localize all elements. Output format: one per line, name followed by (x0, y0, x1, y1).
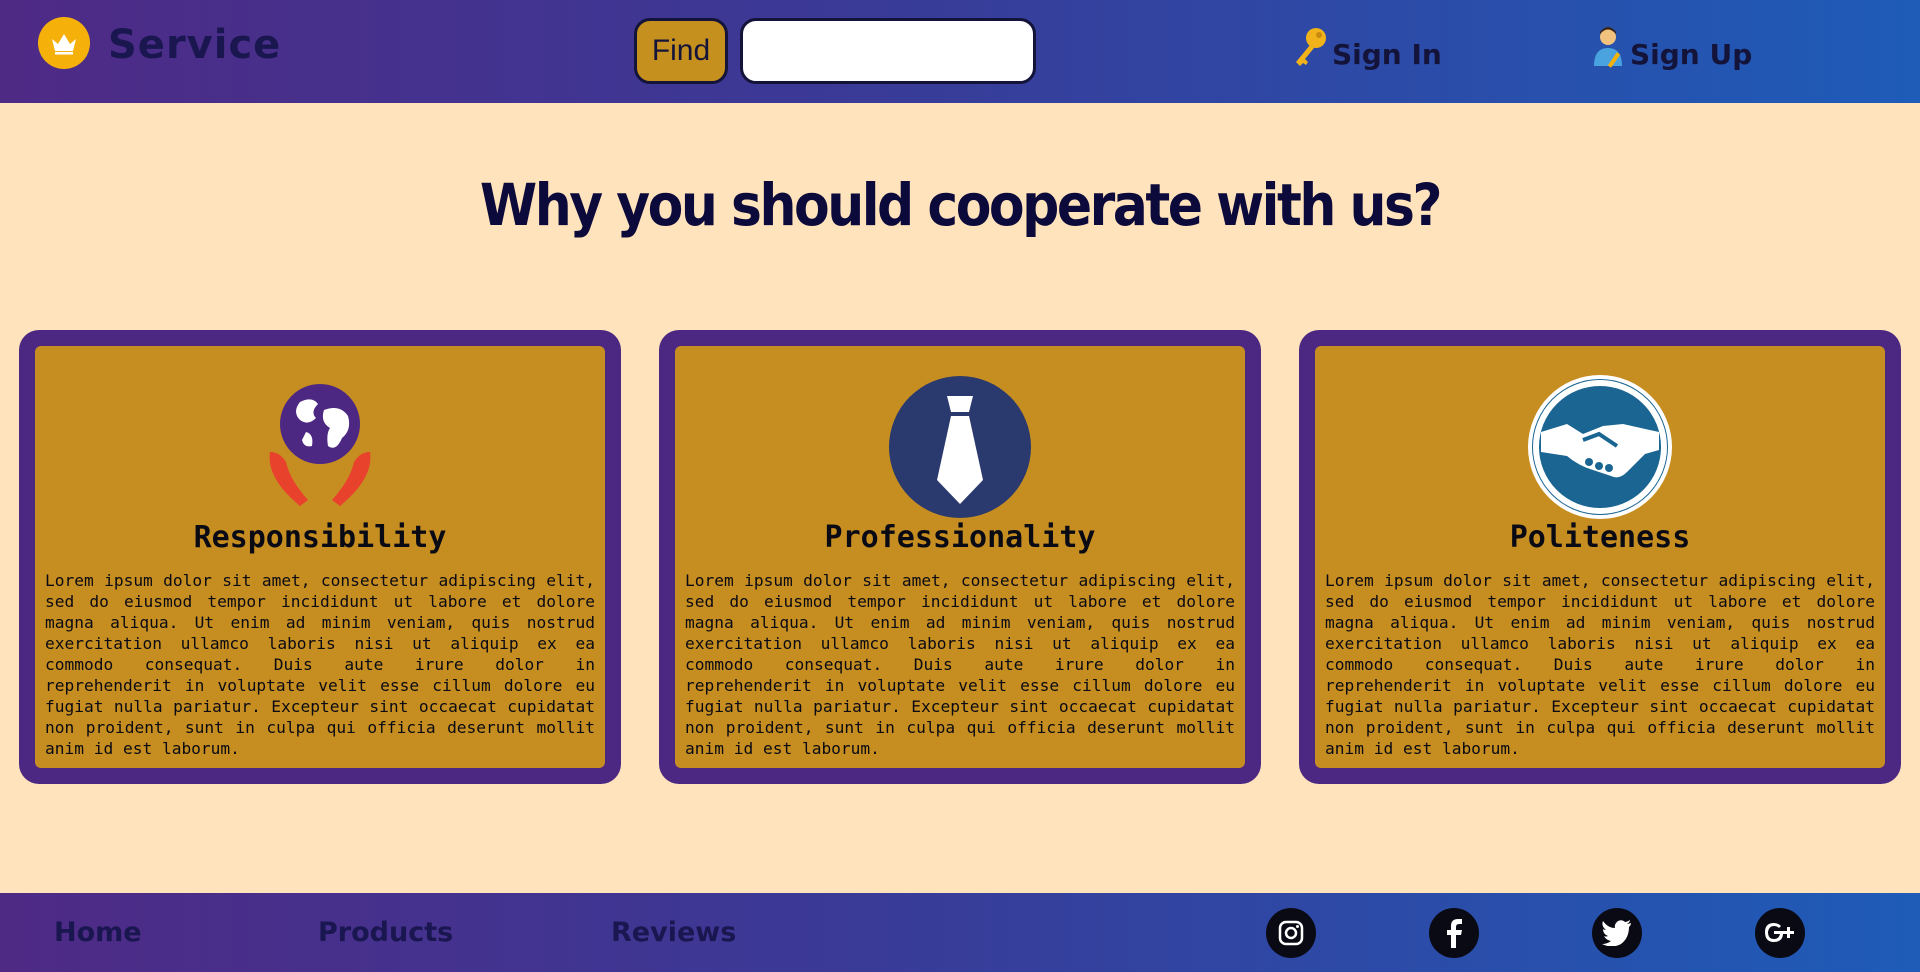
handshake-icon (1527, 374, 1673, 520)
card-title: Responsibility (193, 520, 447, 555)
card-body: Politeness Lorem ipsum dolor sit amet, c… (1315, 346, 1885, 768)
sign-up-label: Sign Up (1630, 37, 1753, 71)
google-plus-icon[interactable] (1755, 908, 1805, 958)
twitter-icon[interactable] (1592, 908, 1642, 958)
sign-in-link[interactable]: Sign In (1290, 20, 1442, 80)
card-description: Lorem ipsum dolor sit amet, consectetur … (45, 571, 595, 758)
brand-name[interactable]: Service (108, 22, 281, 68)
footer-link-products[interactable]: Products (318, 917, 453, 948)
tie-icon (887, 374, 1033, 520)
footer-link-home[interactable]: Home (54, 917, 142, 948)
person-writing-icon (1592, 26, 1628, 74)
card-body: Professionality Lorem ipsum dolor sit am… (675, 346, 1245, 768)
card-title: Politeness (1509, 520, 1691, 555)
search-input[interactable] (740, 18, 1036, 84)
facebook-icon[interactable] (1429, 908, 1479, 958)
card-description: Lorem ipsum dolor sit amet, consectetur … (685, 571, 1235, 758)
page-headline: Why you should cooperate with us? (479, 172, 1443, 240)
feature-card-politeness: Politeness Lorem ipsum dolor sit amet, c… (1299, 330, 1901, 784)
feature-card-responsibility: Responsibility Lorem ipsum dolor sit ame… (19, 330, 621, 784)
card-description: Lorem ipsum dolor sit amet, consectetur … (1325, 571, 1875, 758)
instagram-icon[interactable] (1266, 908, 1316, 958)
crown-icon[interactable] (38, 17, 90, 69)
feature-card-professionality: Professionality Lorem ipsum dolor sit am… (659, 330, 1261, 784)
find-button[interactable]: Find (634, 18, 728, 84)
key-icon (1290, 26, 1330, 74)
card-body: Responsibility Lorem ipsum dolor sit ame… (35, 346, 605, 768)
sign-up-link[interactable]: Sign Up (1592, 20, 1752, 80)
sign-in-label: Sign In (1332, 37, 1442, 71)
footer: Home Products Reviews (0, 893, 1920, 972)
footer-link-reviews[interactable]: Reviews (611, 917, 736, 948)
globe-in-hands-icon (247, 374, 393, 520)
card-title: Professionality (824, 520, 1096, 555)
top-navbar: Service Find Sign In Sign Up (0, 0, 1920, 103)
